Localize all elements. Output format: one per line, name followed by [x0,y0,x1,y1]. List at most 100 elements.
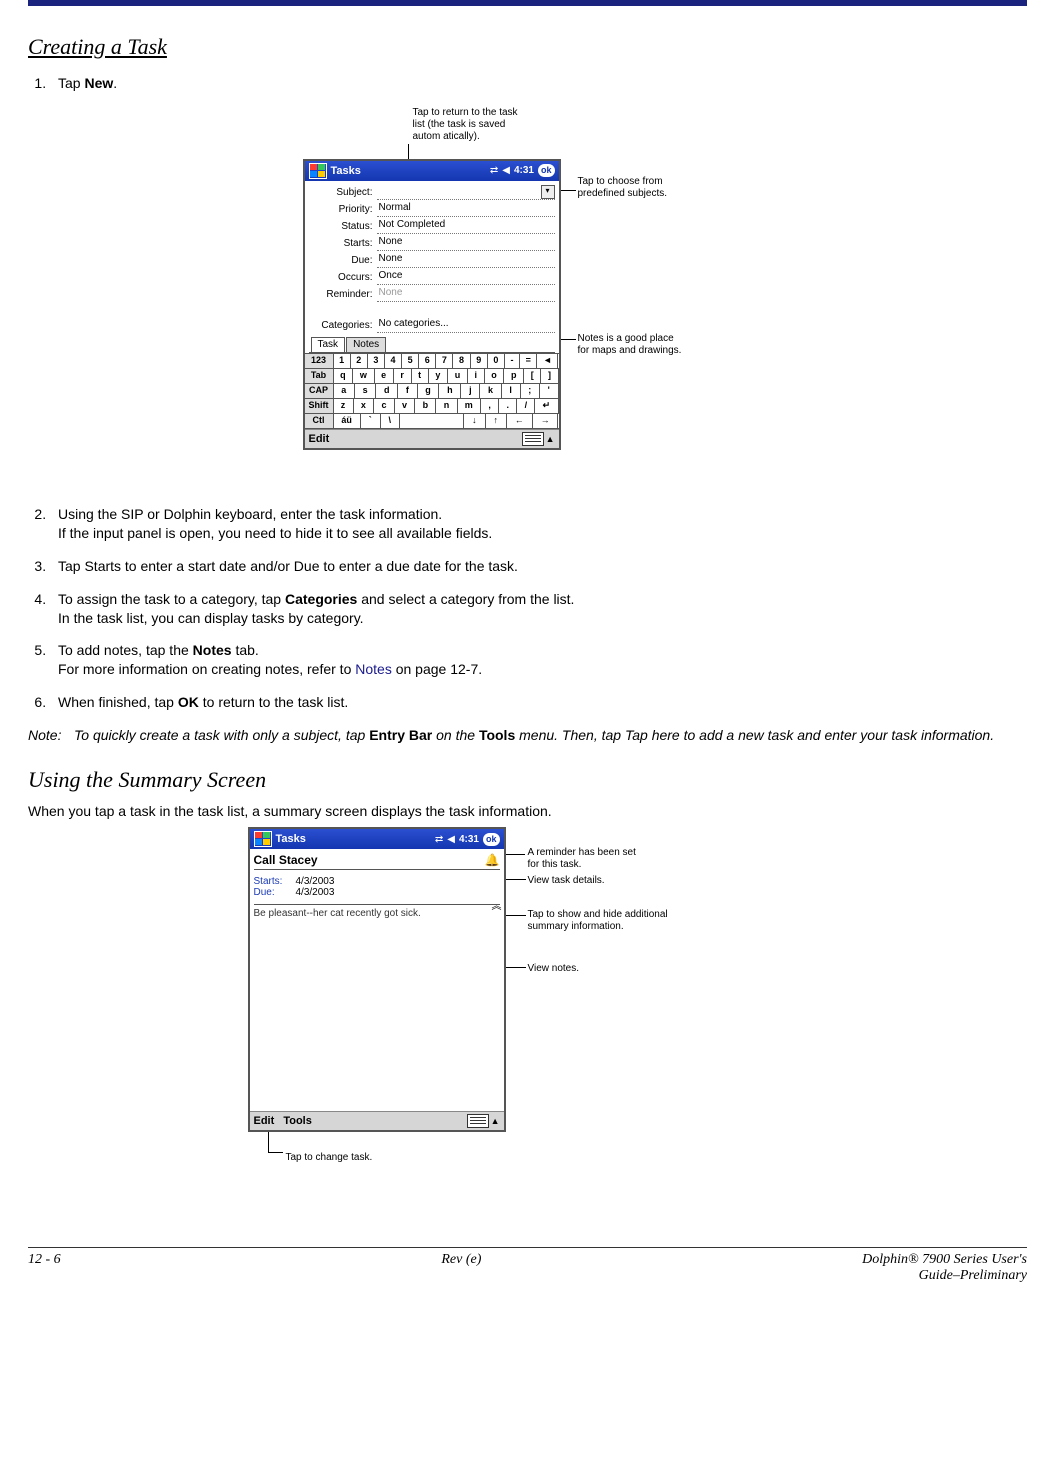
kbd-key[interactable]: ; [521,384,540,398]
kbd-key[interactable]: q [334,369,354,383]
kbd-key[interactable]: u [448,369,468,383]
priority-field[interactable]: Normal [377,202,555,217]
kbd-key[interactable]: g [418,384,440,398]
kbd-key[interactable]: w [353,369,374,383]
kbd-row-4: Shiftzxcvbnm,./↵ [305,399,559,414]
figure-summary-screen: A reminder has been set for this task. V… [208,827,848,1207]
kbd-key[interactable]: k [480,384,501,398]
kbd-key[interactable]: 8 [453,354,470,368]
ok-button[interactable]: ok [538,164,555,177]
volume-icon[interactable]: ◀ [502,165,510,176]
kbd-key[interactable]: r [394,369,412,383]
kbd-key[interactable]: 4 [385,354,402,368]
notes-link[interactable]: Notes [355,661,392,677]
start-icon[interactable] [309,163,327,179]
kbd-key[interactable]: 7 [436,354,453,368]
kbd-key[interactable]: [ [524,369,541,383]
start-icon-2[interactable] [254,831,272,847]
kbd-key[interactable]: 6 [419,354,436,368]
kbd-key[interactable]: ◄ [537,354,558,368]
footer-center: Rev (e) [441,1252,481,1284]
kbd-key[interactable]: = [520,354,537,368]
kbd-key[interactable]: t [412,369,429,383]
kbd-key[interactable]: 9 [471,354,488,368]
kbd-key[interactable]: 5 [402,354,419,368]
kbd-key[interactable]: n [436,399,457,413]
footer-rule [28,1247,1027,1248]
kbd-key[interactable]: s [355,384,376,398]
kbd-key[interactable]: . [499,399,517,413]
kbd-key[interactable]: Tab [305,369,334,383]
occurs-field[interactable]: Once [377,270,555,285]
starts-field[interactable]: None [377,236,555,251]
chevron-up-icon[interactable]: ︽ [492,897,500,912]
connectivity-icon[interactable]: ⇄ [490,165,498,176]
kbd-key[interactable]: j [461,384,480,398]
kbd-key[interactable]: 123 [305,354,334,368]
kbd-key[interactable] [400,414,464,428]
kbd-key[interactable]: a [334,384,355,398]
kbd-key[interactable]: z [334,399,354,413]
kbd-key[interactable]: ` [361,414,381,428]
due-field[interactable]: None [377,253,555,268]
kbd-key[interactable]: m [458,399,482,413]
kbd-key[interactable]: l [502,384,521,398]
kbd-key[interactable]: Shift [305,399,334,413]
kbd-key[interactable]: ↑ [486,414,507,428]
ok-button-2[interactable]: ok [483,833,500,846]
categories-field[interactable]: No categories... [377,318,555,333]
kbd-key[interactable]: ↓ [464,414,485,428]
kbd-key[interactable]: x [354,399,375,413]
kbd-key[interactable]: Ctl [305,414,334,428]
sip-keyboard[interactable]: 1231234567890-=◄ Tabqwertyuiop[] CAPasdf… [305,353,559,429]
kbd-key[interactable]: - [505,354,520,368]
kbd-key[interactable]: h [439,384,461,398]
summary-title-row[interactable]: Call Stacey 🔔 [254,851,500,870]
kbd-key[interactable]: → [533,414,559,428]
kbd-key[interactable]: d [376,384,398,398]
kbd-key[interactable]: CAP [305,384,334,398]
kbd-key[interactable]: i [468,369,485,383]
sip-arrow-icon[interactable]: ▲ [546,434,555,444]
kbd-key[interactable]: v [395,399,416,413]
subject-label: Subject: [309,187,377,198]
kbd-key[interactable]: ↵ [535,399,558,413]
reminder-field[interactable]: None [377,287,555,302]
kbd-key[interactable]: ← [507,414,533,428]
tools-menu[interactable]: Tools [283,1115,312,1127]
kbd-key[interactable]: / [517,399,535,413]
kbd-key[interactable]: , [481,399,499,413]
kbd-key[interactable]: 3 [368,354,385,368]
steps-list-cont: Using the SIP or Dolphin keyboard, enter… [28,505,1027,712]
edit-menu[interactable]: Edit [309,433,330,445]
summary-note[interactable]: Be pleasant--her cat recently got sick. [254,908,500,919]
kbd-key[interactable]: 2 [351,354,368,368]
callout-edit-line-v [268,1132,269,1152]
edit-menu-2[interactable]: Edit [254,1115,275,1127]
kbd-key[interactable]: y [429,369,448,383]
tab-task[interactable]: Task [311,337,346,352]
kbd-key[interactable]: \ [381,414,400,428]
status-field[interactable]: Not Completed [377,219,555,234]
kbd-key[interactable]: e [375,369,394,383]
kbd-key[interactable]: 0 [488,354,505,368]
kbd-key[interactable]: p [504,369,524,383]
kbd-key[interactable]: b [415,399,436,413]
sip-toggle-icon[interactable] [522,432,544,446]
kbd-key[interactable]: 1 [334,354,351,368]
kbd-key[interactable]: c [374,399,395,413]
connectivity-icon-2[interactable]: ⇄ [435,834,443,845]
subject-field[interactable]: ▾ [377,185,555,200]
volume-icon-2[interactable]: ◀ [447,834,455,845]
kbd-key[interactable]: áü [334,414,361,428]
sip-toggle-icon-2[interactable] [467,1114,489,1128]
kbd-key[interactable]: ] [541,369,558,383]
kbd-key[interactable]: o [485,369,505,383]
subject-dropdown-icon[interactable]: ▾ [541,185,555,199]
kbd-key[interactable]: f [398,384,417,398]
sip-arrow-icon-2[interactable]: ▲ [491,1116,500,1126]
summary-dates[interactable]: Starts:4/3/2003 Due:4/3/2003 [254,876,500,898]
kbd-key[interactable]: ' [540,384,559,398]
tab-notes[interactable]: Notes [346,337,386,352]
footer-left: 12 - 6 [28,1252,61,1284]
